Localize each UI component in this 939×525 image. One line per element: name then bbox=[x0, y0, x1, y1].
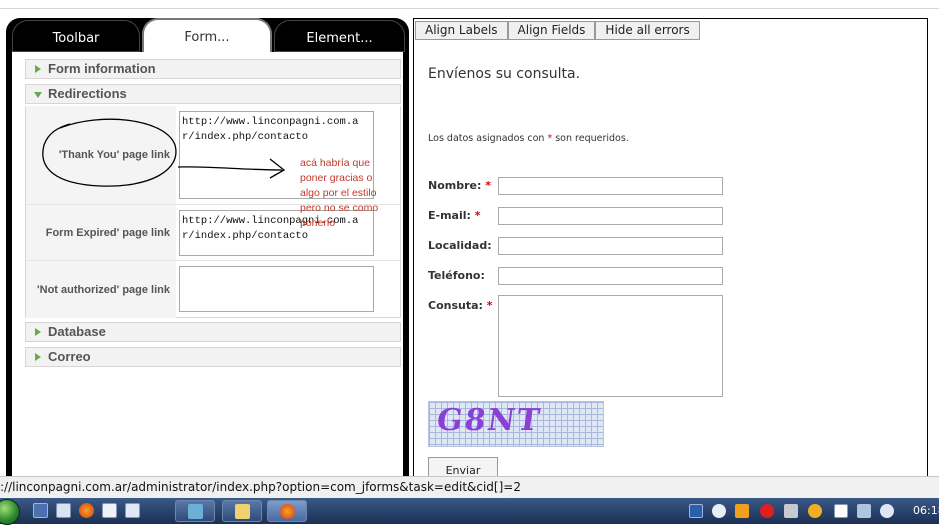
section-database[interactable]: Database bbox=[25, 322, 401, 342]
form-preview-panel: Align Labels Align Fields Hide all error… bbox=[413, 18, 928, 488]
section-title: Form information bbox=[48, 61, 156, 76]
align-labels-button[interactable]: Align Labels bbox=[415, 21, 508, 40]
form-expired-label: Form Expired' page link bbox=[26, 205, 176, 260]
flag-icon[interactable] bbox=[834, 504, 848, 518]
align-fields-button[interactable]: Align Fields bbox=[507, 21, 596, 40]
required-note: Los datos asignados con * son requeridos… bbox=[428, 133, 629, 144]
firefox-task-button[interactable] bbox=[267, 500, 307, 522]
consulta-textarea[interactable] bbox=[498, 295, 723, 397]
browser-status-bar: ://linconpagni.com.ar/administrator/inde… bbox=[0, 476, 939, 498]
telefono-label: Teléfono: bbox=[428, 269, 485, 282]
not-authorized-url-field[interactable] bbox=[179, 266, 374, 312]
captcha-text: G8NT bbox=[434, 403, 544, 438]
security-icon[interactable] bbox=[760, 504, 774, 518]
section-form-information[interactable]: Form information bbox=[25, 59, 401, 79]
telefono-input[interactable] bbox=[498, 267, 723, 285]
document-icon[interactable] bbox=[125, 503, 140, 518]
form-title: Envíenos su consulta. bbox=[428, 66, 581, 82]
section-title: Redirections bbox=[48, 86, 127, 101]
folder-task-icon bbox=[235, 504, 250, 519]
editor-tabs: Toolbar Element... Form... bbox=[6, 18, 409, 54]
nombre-label: Nombre: * bbox=[428, 179, 491, 192]
network-task-icon bbox=[188, 504, 203, 519]
speaker-alert-icon[interactable] bbox=[735, 504, 749, 518]
email-label: E-mail: * bbox=[428, 209, 481, 222]
localidad-input[interactable] bbox=[498, 237, 723, 255]
top-divider bbox=[0, 8, 939, 9]
firefox-icon[interactable] bbox=[79, 503, 94, 518]
nombre-input[interactable] bbox=[498, 177, 723, 195]
not-authorized-label: 'Not authorized' page link bbox=[26, 261, 176, 318]
annotation-note: acá habría que poner gracias o algo por … bbox=[300, 157, 379, 229]
section-title: Database bbox=[48, 324, 106, 339]
network-icon[interactable] bbox=[784, 504, 798, 518]
captcha-image: G8NT bbox=[428, 401, 604, 447]
collapse-arrow-icon bbox=[34, 92, 42, 98]
consulta-label: Consuta: * bbox=[428, 299, 493, 312]
display-icon[interactable] bbox=[857, 504, 871, 518]
chat-icon[interactable] bbox=[712, 504, 726, 518]
required-note-text: son requeridos. bbox=[555, 133, 629, 144]
expand-arrow-icon bbox=[35, 328, 41, 336]
required-note-text: Los datos asignados con bbox=[428, 133, 545, 144]
language-bar-icon[interactable] bbox=[689, 504, 703, 518]
volume-icon[interactable] bbox=[880, 504, 894, 518]
redirection-row-not-authorized: 'Not authorized' page link bbox=[26, 261, 400, 318]
required-star: * bbox=[547, 133, 553, 144]
hide-errors-button[interactable]: Hide all errors bbox=[595, 21, 700, 40]
windows-taskbar: 06:18 bbox=[0, 498, 939, 525]
tab-element[interactable]: Element... bbox=[274, 20, 405, 52]
form-editor-panel: Toolbar Element... Form... Form informat… bbox=[6, 18, 409, 488]
expand-arrow-icon bbox=[35, 353, 41, 361]
network-task-button[interactable] bbox=[175, 500, 215, 522]
thank-you-label: 'Thank You' page link bbox=[26, 106, 176, 204]
section-correo[interactable]: Correo bbox=[25, 347, 401, 367]
notepad-icon[interactable] bbox=[102, 503, 117, 518]
firefox-task-icon bbox=[280, 504, 295, 519]
tab-form[interactable]: Form... bbox=[142, 18, 272, 54]
email-input[interactable] bbox=[498, 207, 723, 225]
show-desktop-icon[interactable] bbox=[33, 503, 48, 518]
folder-task-button[interactable] bbox=[222, 500, 262, 522]
section-redirections[interactable]: Redirections bbox=[25, 84, 401, 104]
section-title: Correo bbox=[48, 349, 91, 364]
explorer-icon[interactable] bbox=[56, 503, 71, 518]
tab-toolbar[interactable]: Toolbar bbox=[12, 20, 140, 52]
preview-toolbar: Align Labels Align Fields Hide all error… bbox=[415, 21, 700, 40]
system-clock[interactable]: 06:18 bbox=[913, 498, 939, 524]
expand-arrow-icon bbox=[35, 65, 41, 73]
update-icon[interactable] bbox=[808, 504, 822, 518]
start-button[interactable] bbox=[0, 499, 20, 525]
localidad-label: Localidad: bbox=[428, 239, 492, 252]
